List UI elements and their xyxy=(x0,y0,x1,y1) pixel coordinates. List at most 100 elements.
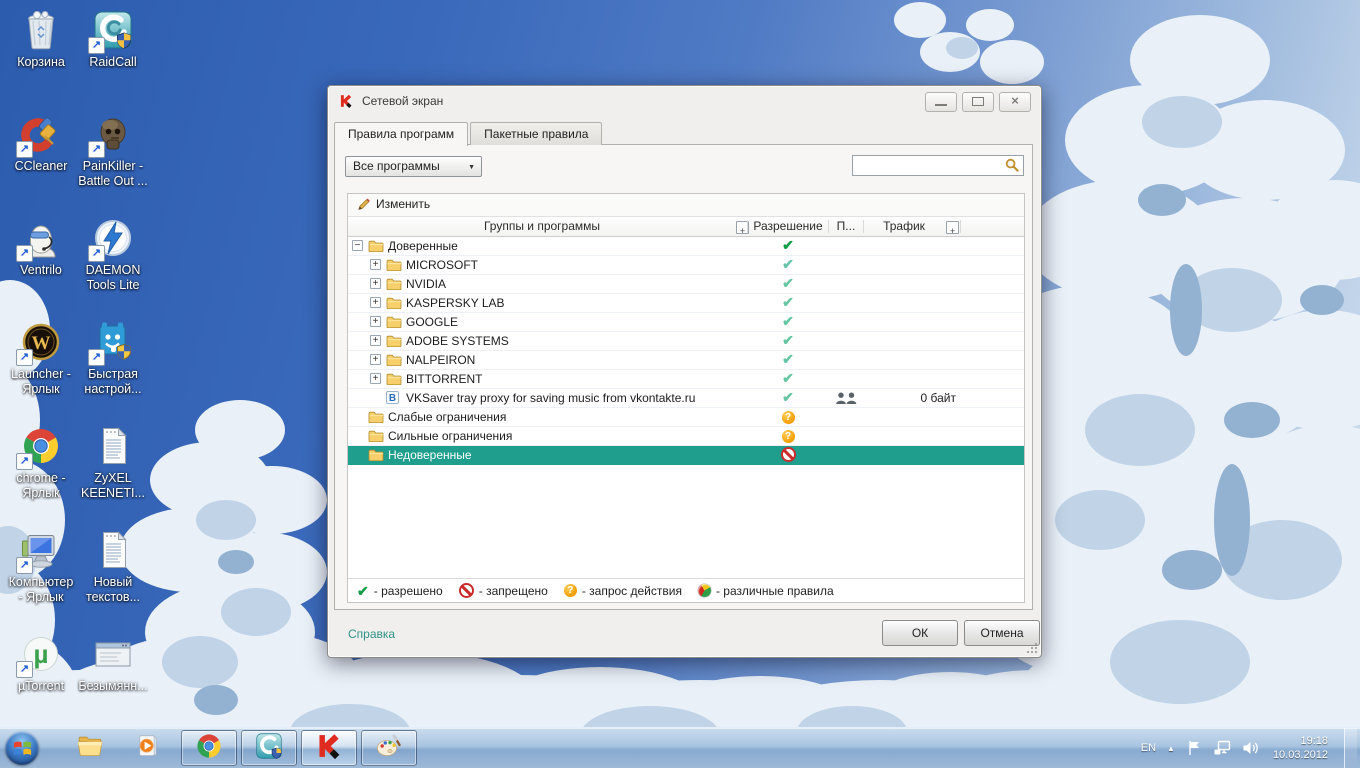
table-row[interactable]: + MICROSOFT ✔ xyxy=(348,256,1024,275)
taskbar-button-kaspersky[interactable] xyxy=(301,730,357,766)
recycle-bin-icon xyxy=(19,8,63,52)
traffic-value: 0 байт xyxy=(920,391,956,405)
computer-icon: ↗ xyxy=(16,528,63,574)
shortcut-arrow-icon: ↗ xyxy=(16,141,33,158)
desktop-icon-ventrilo[interactable]: ↗ Ventrilo xyxy=(4,216,78,278)
chevron-down-icon: ▼ xyxy=(468,164,475,171)
ok-button[interactable]: ОК xyxy=(882,620,958,646)
desktop-icon-zyxel-doc[interactable]: ZyXEL KEENETI... xyxy=(76,424,150,502)
table-row[interactable]: + GOOGLE ✔ xyxy=(348,313,1024,332)
column-header-traffic[interactable]: Трафик xyxy=(864,217,944,236)
desktop-icon-raidcall[interactable]: ↗ RaidCall xyxy=(76,8,150,70)
expand-icon[interactable]: + xyxy=(370,316,381,327)
language-indicator[interactable]: EN xyxy=(1141,742,1156,754)
expand-column-icon[interactable]: + xyxy=(946,221,959,236)
window-footer: Справка ОК Отмена xyxy=(328,610,1041,657)
action-center-flag-icon[interactable] xyxy=(1186,740,1203,756)
folder-icon xyxy=(386,372,402,385)
maximize-button[interactable] xyxy=(962,92,994,112)
chrome-icon: ↗ xyxy=(16,424,63,470)
desktop-icon-computer[interactable]: ↗ Компьютер - Ярлык xyxy=(4,528,78,606)
close-button[interactable]: × xyxy=(999,92,1031,112)
expand-icon[interactable]: + xyxy=(370,373,381,384)
window-titlebar[interactable]: Сетевой экран × xyxy=(328,86,1041,116)
tab-program-rules[interactable]: Правила программ xyxy=(334,122,469,146)
desktop-icon-quick-setup[interactable]: ↗ Быстрая настрой... xyxy=(76,320,150,398)
table-row[interactable]: + NALPEIRON ✔ xyxy=(348,351,1024,370)
show-desktop-button[interactable] xyxy=(1344,728,1357,768)
window-controls: × xyxy=(925,92,1031,112)
taskbar-button-paint[interactable] xyxy=(361,730,417,766)
legend-item: ? - запрос действия xyxy=(563,584,682,598)
desktop-icon-daemon-tools[interactable]: ↗ DAEMON Tools Lite xyxy=(76,216,150,294)
shortcut-arrow-icon: ↗ xyxy=(16,453,33,470)
untitled-icon xyxy=(91,632,135,676)
start-button[interactable] xyxy=(5,731,39,765)
taskbar-button-chrome[interactable] xyxy=(181,730,237,766)
edit-button[interactable]: Изменить xyxy=(357,197,430,211)
table-row[interactable]: + ADOBE SYSTEMS ✔ xyxy=(348,332,1024,351)
folder-icon xyxy=(368,410,384,423)
desktop-icon-utorrent[interactable]: µ ↗ µTorrent xyxy=(4,632,78,694)
zyxel-doc-icon xyxy=(91,424,135,468)
minimize-button[interactable] xyxy=(925,92,957,112)
column-header-groups[interactable]: Группы и программы xyxy=(348,217,736,236)
search-input[interactable] xyxy=(852,155,1024,176)
folder-icon xyxy=(386,277,402,290)
desktop-icon-painkiller[interactable]: ↗ PainKiller - Battle Out ... xyxy=(76,112,150,190)
desktop-icon-wow-launcher[interactable]: W ↗ Launcher - Ярлык xyxy=(4,320,78,398)
taskbar-button-explorer[interactable] xyxy=(62,730,118,766)
expand-icon[interactable]: + xyxy=(370,335,381,346)
permission-cell: ✔ xyxy=(748,295,828,310)
table-row[interactable]: B VKSaver tray proxy for saving music fro… xyxy=(348,389,1024,408)
show-hidden-icons-button[interactable]: ▲ xyxy=(1167,744,1175,753)
ask-action-icon: ? xyxy=(781,411,795,424)
table-row[interactable]: Слабые ограничения? xyxy=(348,408,1024,427)
search-icon[interactable] xyxy=(1005,158,1020,173)
desktop-icon-new-text-doc[interactable]: Новый текстов... xyxy=(76,528,150,606)
expand-icon[interactable]: + xyxy=(370,278,381,289)
desktop-icon-ccleaner[interactable]: ↗ CCleaner xyxy=(4,112,78,174)
desktop-icon-label: Ventrilo xyxy=(20,263,62,277)
block-icon xyxy=(780,447,796,462)
column-header-p[interactable]: П... xyxy=(829,217,863,236)
wow-launcher-icon: W ↗ xyxy=(16,320,63,366)
tab-packet-rules[interactable]: Пакетные правила xyxy=(470,122,603,145)
legend-item: - различные правила xyxy=(697,584,834,598)
row-label: NALPEIRON xyxy=(406,353,476,367)
expand-icon[interactable]: + xyxy=(370,354,381,365)
allow-icon: ✔ xyxy=(357,582,369,599)
row-label: VKSaver tray proxy for saving music from… xyxy=(406,391,696,405)
desktop-icon-label: Безымянн... xyxy=(78,679,148,693)
resize-grip[interactable] xyxy=(1035,651,1037,653)
table-row[interactable]: − Доверенные ✔ xyxy=(348,237,1024,256)
volume-icon[interactable] xyxy=(1242,740,1259,756)
table-row[interactable]: + BITTORRENT ✔ xyxy=(348,370,1024,389)
clock[interactable]: 19:18 10.03.2012 xyxy=(1273,734,1328,762)
row-label: Слабые ограничения xyxy=(388,410,507,424)
permission-cell: ✔ xyxy=(748,276,828,291)
cancel-button[interactable]: Отмена xyxy=(964,620,1040,646)
desktop-icon-chrome[interactable]: ↗ chrome - Ярлык xyxy=(4,424,78,502)
column-header-permission[interactable]: Разрешение xyxy=(748,217,828,236)
expand-icon[interactable]: + xyxy=(370,259,381,270)
program-filter-dropdown[interactable]: Все программы ▼ xyxy=(345,156,482,177)
legend-bar: ✔ - разрешено - запрещено? - запрос действи… xyxy=(348,578,1024,602)
help-link[interactable]: Справка xyxy=(348,627,395,641)
taskbar-button-raidcall[interactable] xyxy=(241,730,297,766)
collapse-icon[interactable]: − xyxy=(352,240,363,251)
taskbar-button-media-player[interactable] xyxy=(120,730,176,766)
desktop-icon-untitled[interactable]: Безымянн... xyxy=(76,632,150,694)
table-row[interactable]: + KASPERSKY LAB ✔ xyxy=(348,294,1024,313)
table-row[interactable]: + NVIDIA ✔ xyxy=(348,275,1024,294)
table-row[interactable]: Сильные ограничения? xyxy=(348,427,1024,446)
desktop-icon-label: RaidCall xyxy=(89,55,137,69)
row-label: GOOGLE xyxy=(406,315,459,329)
mixed-rules-icon xyxy=(697,584,711,597)
desktop-icon-recycle-bin[interactable]: Корзина xyxy=(4,8,78,70)
network-icon[interactable] xyxy=(1214,740,1231,756)
program-filter-value: Все программы xyxy=(353,159,440,173)
allow-icon: ✔ xyxy=(782,256,794,272)
table-row[interactable]: Недоверенные xyxy=(348,446,1024,465)
expand-icon[interactable]: + xyxy=(370,297,381,308)
